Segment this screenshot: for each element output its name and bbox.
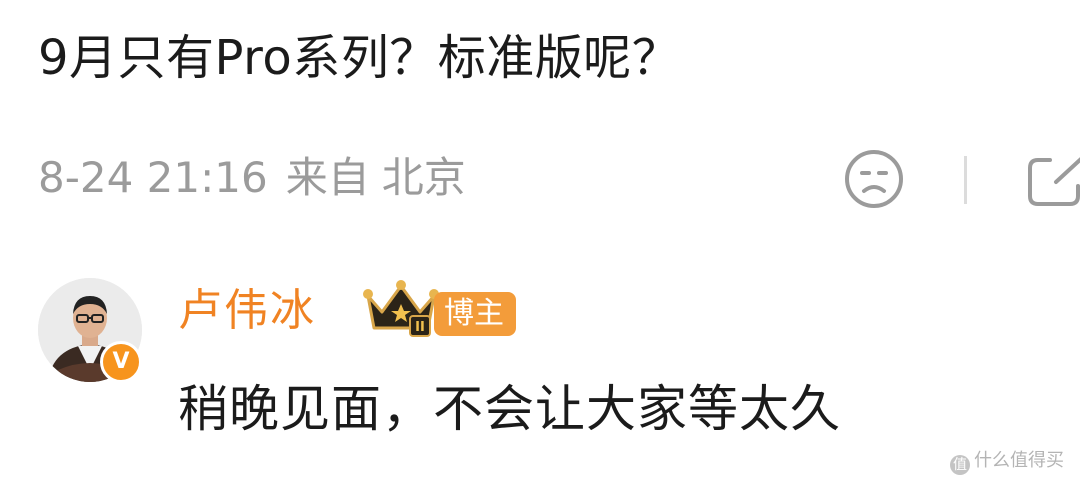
- watermark: 值什么值得买: [950, 448, 1064, 475]
- sad-face-icon[interactable]: [843, 148, 905, 210]
- reply-content: 稍晚见面，不会让大家等太久: [178, 380, 841, 438]
- post-content: 9月只有Pro系列？标准版呢？: [38, 30, 681, 86]
- level-mark: II: [415, 320, 425, 335]
- post-time: 8-24 21:16: [38, 153, 268, 202]
- crown-icon: II: [363, 280, 439, 337]
- comment-screen: 9月只有Pro系列？标准版呢？ 8-24 21:16 来自 北京 V 卢伟冰 I…: [0, 0, 1080, 485]
- post-location: 北京: [381, 153, 466, 202]
- post-meta: 8-24 21:16 来自 北京: [38, 150, 466, 206]
- action-divider: [964, 156, 967, 204]
- post-source-prefix: 来自: [285, 153, 370, 202]
- host-badge: 博主: [434, 292, 516, 336]
- reply-username[interactable]: 卢伟冰: [178, 282, 316, 340]
- watermark-text: 什么值得买: [974, 450, 1064, 471]
- share-icon[interactable]: [1026, 152, 1080, 208]
- watermark-logo: 值: [950, 455, 970, 475]
- verified-badge: V: [100, 341, 142, 383]
